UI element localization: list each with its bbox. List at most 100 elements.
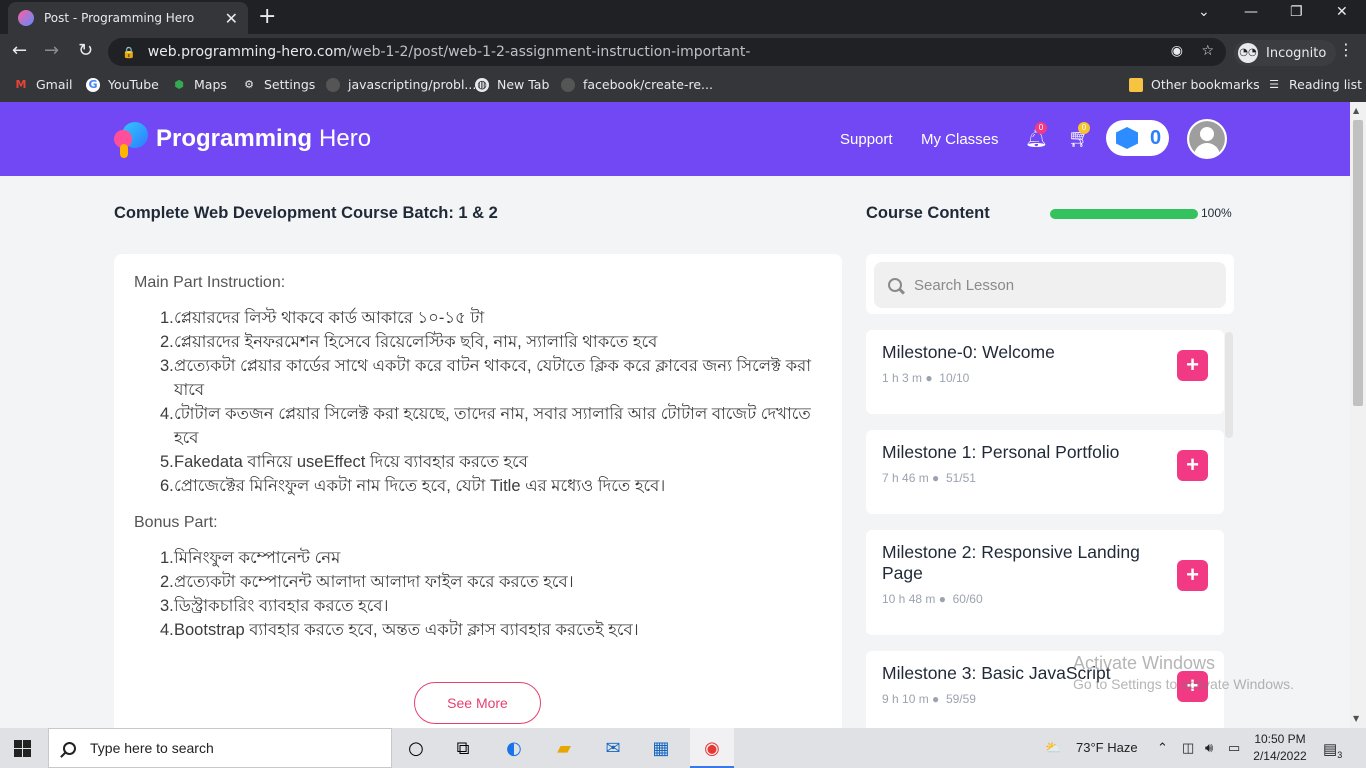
volume-icon[interactable]: 🔊︎ (1205, 740, 1213, 756)
page-scrollbar[interactable]: ▲ ▼ (1350, 102, 1366, 728)
see-more-button[interactable]: See More (414, 682, 541, 724)
bookmark-facebook-create[interactable]: facebook/create-re... (561, 77, 713, 92)
back-arrow-icon[interactable]: ← (12, 40, 27, 61)
bookmark-gmail[interactable]: M Gmail (14, 77, 73, 92)
edge-icon[interactable]: ◐ (501, 736, 527, 760)
eye-off-icon[interactable]: ◉ (1171, 43, 1183, 59)
bookmark-label: javascripting/probl... (348, 77, 477, 92)
milestone-progress: 60/60 (952, 592, 983, 606)
browser-tab[interactable]: Post - Programming Hero ✕ (8, 2, 248, 34)
chrome-icon[interactable]: ◉ (699, 736, 725, 760)
milestone-card[interactable]: Milestone-0: Welcome 1 h 3 m ● 10/10 + (866, 330, 1224, 414)
milestone-duration: 1 h 3 m (882, 371, 923, 385)
milestone-meta: 10 h 48 m ● 60/60 (882, 592, 983, 606)
brand-logo[interactable]: Programming Hero (114, 122, 371, 158)
bookmark-javascripting[interactable]: javascripting/probl... (326, 77, 476, 92)
forward-arrow-icon[interactable]: → (44, 40, 59, 61)
minimize-button[interactable]: — (1244, 4, 1258, 20)
main-part-heading: Main Part Instruction: (134, 274, 286, 291)
incognito-badge[interactable]: ◔◔ Incognito (1234, 40, 1337, 66)
milestone-duration: 9 h 10 m (882, 692, 929, 706)
lesson-search-box (874, 262, 1226, 308)
progress-fill (1050, 209, 1198, 219)
avatar[interactable] (1187, 119, 1227, 159)
close-window-button[interactable]: ✕ (1336, 4, 1348, 20)
list-item: 2. প্লেয়ারদের ইনফরমেশন হিসেবে রিয়েলেস্ট… (160, 330, 822, 354)
weather-icon[interactable]: ⛅ (1045, 740, 1061, 756)
brand-name-bold: Programming (156, 125, 313, 152)
milestone-card[interactable]: Milestone 2: Responsive Landing Page 10 h… (866, 530, 1224, 635)
clock-time: 10:50 PM (1254, 732, 1306, 746)
tab-title: Post - Programming Hero (44, 11, 195, 25)
weather-text[interactable]: 73°F Haze (1076, 740, 1138, 755)
list-item-number: 4. (160, 405, 174, 423)
lock-icon: 🔒 (122, 45, 136, 59)
bookmark-settings[interactable]: ⚙ Settings (242, 77, 315, 92)
bookmark-youtube[interactable]: G YouTube (86, 77, 159, 92)
file-explorer-icon[interactable]: ▰ (551, 736, 577, 760)
maps-pin-icon: ⬢ (174, 78, 184, 91)
menu-kebab-icon[interactable]: ⋮ (1338, 40, 1354, 59)
task-view-icon[interactable]: ⧉ (450, 736, 476, 760)
scrollbar-thumb[interactable] (1353, 120, 1363, 406)
bookmark-label: facebook/create-re... (583, 77, 713, 92)
tray-chevron-icon[interactable]: ⌃ (1157, 740, 1168, 756)
milestone-list-scrollbar[interactable] (1225, 332, 1233, 438)
watermark-line-2: Go to Settings to activate Windows. (1073, 676, 1294, 692)
store-icon[interactable]: ▦ (648, 736, 674, 760)
lesson-search-input[interactable] (914, 276, 1204, 294)
gems-counter[interactable]: 0 (1106, 120, 1169, 156)
list-item-number: 2. (160, 573, 174, 591)
expand-plus-icon[interactable]: + (1177, 450, 1208, 481)
expand-plus-icon[interactable]: + (1177, 350, 1208, 381)
new-tab-button[interactable]: + (258, 4, 276, 30)
scroll-down-icon[interactable]: ▼ (1353, 714, 1359, 723)
list-item: 4. টোটাল কতজন প্লেয়ার সিলেক্ট করা হয়েছে… (160, 402, 822, 450)
tab-search-icon[interactable]: ⌄ (1198, 4, 1210, 20)
course-content-title: Course Content (866, 204, 990, 222)
list-item-number: 4. (160, 621, 174, 639)
bookmark-maps[interactable]: ⬢ Maps (172, 77, 227, 92)
list-item-number: 1. (160, 309, 174, 327)
globe-icon: ◍ (475, 77, 489, 92)
taskbar-clock[interactable]: 10:50 PM 2/14/2022 (1248, 731, 1312, 765)
reload-icon[interactable]: ↻ (78, 40, 93, 61)
bookmark-label: YouTube (108, 77, 159, 92)
gear-icon: ⚙ (244, 78, 254, 91)
mail-icon[interactable]: ✉ (600, 736, 626, 760)
notification-center-icon[interactable]: ▤3 (1323, 740, 1342, 760)
post-card: Main Part Instruction: 1. প্লেয়ারদের লিস… (114, 254, 842, 728)
page-viewport: Programming Hero Support My Classes 🔔︎ 0 🛒… (0, 102, 1350, 728)
windows-start-icon[interactable] (14, 740, 31, 757)
bookmark-star-icon[interactable]: ☆ (1201, 43, 1214, 59)
url-path: /web-1-2/post/web-1-2-assignment-instruc… (346, 44, 751, 60)
meet-now-icon[interactable]: ◫ (1182, 740, 1194, 756)
notification-bell-icon[interactable]: 🔔︎ 0 (1025, 122, 1048, 149)
cortana-icon[interactable]: ○ (403, 736, 429, 760)
expand-plus-icon[interactable]: + (1177, 560, 1208, 591)
nav-support[interactable]: Support (840, 131, 893, 148)
bookmark-newtab[interactable]: ◍ New Tab (475, 77, 549, 92)
programming-hero-logo-icon (114, 122, 148, 158)
taskbar-search[interactable]: Type here to search (48, 728, 392, 768)
list-item-number: 6. (160, 477, 174, 495)
nav-my-classes[interactable]: My Classes (921, 131, 999, 148)
network-icon[interactable]: ▭ (1228, 740, 1240, 756)
browser-toolbar: ← → ↻ 🔒 web.programming-hero.com/web-1-2… (0, 34, 1366, 70)
list-item-text: মিনিংফুল কম্পোনেন্ট নেম (174, 549, 341, 567)
milestone-card[interactable]: Milestone 1: Personal Portfolio 7 h 46 m … (866, 430, 1224, 514)
reading-list[interactable]: ☰ Reading list (1267, 77, 1362, 92)
bookmark-other[interactable]: Other bookmarks (1129, 77, 1260, 92)
watermark-line-1: Activate Windows (1073, 653, 1216, 673)
reading-list-icon: ☰ (1269, 78, 1279, 91)
list-item-text: প্রত্যেকটা কম্পোনেন্ট আলাদা আলাদা ফাইল ক… (174, 573, 574, 591)
address-bar[interactable]: 🔒 web.programming-hero.com/web-1-2/post/… (108, 38, 1226, 66)
search-icon (888, 278, 902, 292)
notification-center-count: 3 (1337, 750, 1343, 760)
scroll-up-icon[interactable]: ▲ (1353, 106, 1359, 115)
list-item-text: প্রোজেক্টের মিনিংফুল একটা নাম দিতে হবে, … (174, 477, 666, 495)
cart-icon[interactable]: 🛒︎ 0 (1068, 122, 1091, 149)
tab-close-icon[interactable]: ✕ (225, 9, 238, 28)
bookmarks-bar: M Gmail G YouTube ⬢ Maps ⚙ Settings javascri… (0, 70, 1366, 102)
restore-button[interactable]: ❐ (1290, 4, 1303, 20)
